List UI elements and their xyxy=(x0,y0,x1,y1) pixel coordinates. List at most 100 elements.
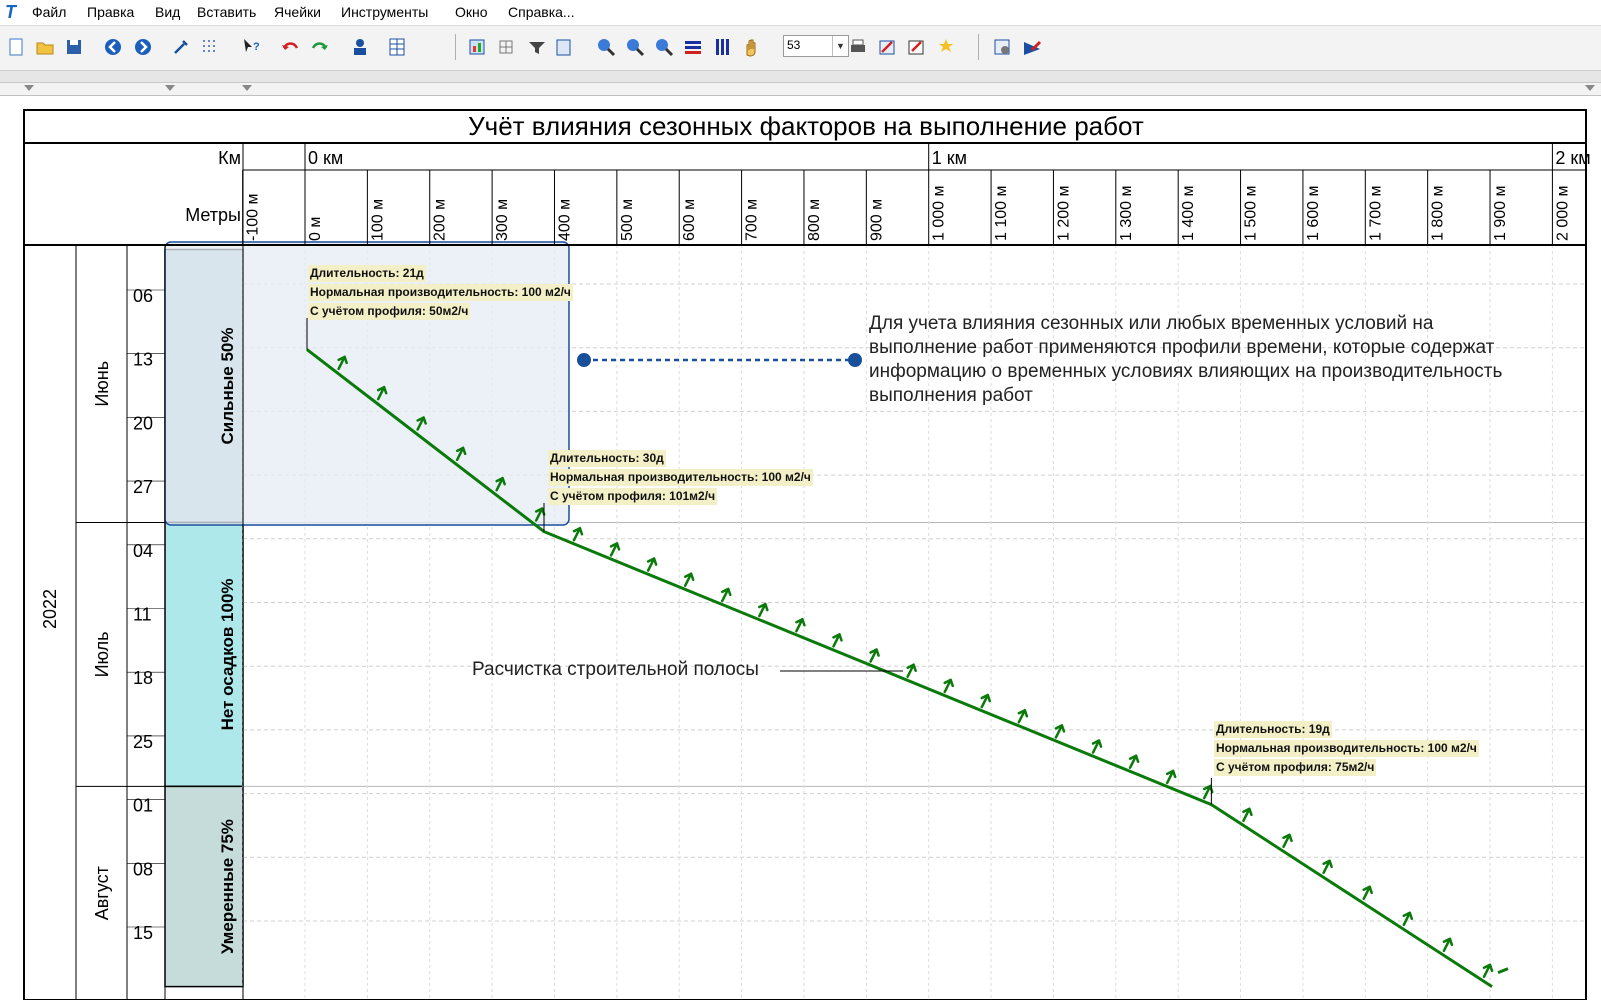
meter-tick-label: 400 м xyxy=(556,199,573,241)
zoom-fit-icon[interactable] xyxy=(653,36,675,58)
save-icon[interactable] xyxy=(63,36,85,58)
back-icon[interactable] xyxy=(102,36,124,58)
ruler-marker-icon[interactable] xyxy=(242,85,252,91)
progress-arrow-icon xyxy=(1091,739,1103,754)
page-dropdown-icon[interactable] xyxy=(554,36,576,58)
columns-icon[interactable] xyxy=(711,36,733,58)
svg-text:?: ? xyxy=(253,41,260,53)
meter-tick-label: 100 м xyxy=(369,199,386,241)
meter-tick-label: 1 700 м xyxy=(1367,186,1384,241)
zoom-in-icon[interactable] xyxy=(595,36,617,58)
meter-tick-label: 1 100 м xyxy=(993,186,1010,241)
progress-arrow-icon xyxy=(832,633,843,648)
menu-item-1[interactable]: Правка xyxy=(87,4,134,20)
profile-label: Нет осадков 100% xyxy=(218,578,237,730)
progress-arrow-icon xyxy=(1322,859,1333,875)
open-folder-icon[interactable] xyxy=(34,36,56,58)
table-icon[interactable] xyxy=(386,36,408,58)
undo-icon[interactable] xyxy=(279,36,301,58)
rows-icon[interactable] xyxy=(682,36,704,58)
toolbar-separator xyxy=(978,34,979,60)
zoom-value: 53 xyxy=(787,38,801,52)
week-label: 15 xyxy=(133,923,153,943)
km-tick-label: 2 км xyxy=(1555,148,1590,168)
meter-tick-label: 600 м xyxy=(681,199,698,241)
meter-tick-label: 1 500 м xyxy=(1243,186,1260,241)
ruler-marker-icon[interactable] xyxy=(24,85,34,91)
filter-icon[interactable] xyxy=(526,36,548,58)
zoom-select[interactable]: 53 ▼ xyxy=(783,35,849,57)
ruler-marker-icon[interactable] xyxy=(1585,85,1595,91)
km-tick-label: 0 км xyxy=(308,148,343,168)
new-file-icon[interactable] xyxy=(5,36,27,58)
toolbar-separator xyxy=(455,34,456,60)
meter-tick-label: 1 000 м xyxy=(931,186,948,241)
progress-arrow-icon xyxy=(1282,833,1293,849)
edit-red-icon[interactable] xyxy=(905,36,927,58)
app-logo-icon: T xyxy=(5,2,16,22)
route-icon[interactable] xyxy=(1021,36,1043,58)
progress-arrow-icon xyxy=(1442,937,1454,953)
km-tick-label: 1 км xyxy=(932,148,967,168)
help-pointer-icon[interactable]: ? xyxy=(240,36,262,58)
progress-arrow-icon xyxy=(721,587,732,603)
callout-line: Нормальная производительность: 100 м2/ч xyxy=(1214,740,1479,757)
callout-line: С учётом профиля: 75м2/ч xyxy=(1214,759,1377,776)
task-end-mark xyxy=(1497,967,1509,974)
meter-tick-label: 1 900 м xyxy=(1492,186,1509,241)
connector-start-dot xyxy=(577,353,591,367)
meter-tick-label: -100 м xyxy=(245,194,262,241)
meter-tick-label: 1 400 м xyxy=(1180,186,1197,241)
menu-item-5[interactable]: Инструменты xyxy=(341,4,428,20)
chart-icon[interactable] xyxy=(466,36,488,58)
menu-item-6[interactable]: Окно xyxy=(455,4,488,20)
menu-item-7[interactable]: Справка... xyxy=(508,4,575,20)
meter-tick-label: 300 м xyxy=(494,199,511,241)
callout-line: Длительность: 19д xyxy=(1214,721,1332,738)
hand-icon[interactable] xyxy=(741,36,763,58)
info-note: Для учета влияния сезонных или любых вре… xyxy=(869,313,1503,406)
chevron-down-icon[interactable]: ▼ xyxy=(832,36,848,56)
menu-bar: T Файл Правка Вид Вставить Ячейки Инструменты… xyxy=(0,0,1601,26)
menu-item-3[interactable]: Вставить xyxy=(197,4,256,20)
meter-tick-label: 1 800 м xyxy=(1430,186,1447,241)
menu-item-0[interactable]: Файл xyxy=(32,4,66,20)
meter-tick-label: 1 200 м xyxy=(1055,186,1072,241)
forward-icon[interactable] xyxy=(132,36,154,58)
week-label: 01 xyxy=(133,796,153,816)
menu-item-2[interactable]: Вид xyxy=(155,4,180,20)
month-label: Июнь xyxy=(92,361,112,407)
month-label: Июль xyxy=(92,631,112,677)
meters-axis-label: Метры xyxy=(185,205,241,225)
week-label: 13 xyxy=(133,350,153,370)
week-label: 20 xyxy=(133,413,153,433)
task-label: Расчистка строительной полосы xyxy=(472,659,759,680)
redo-icon[interactable] xyxy=(309,36,331,58)
progress-arrow-icon xyxy=(1482,963,1494,979)
progress-arrow-icon xyxy=(758,602,769,618)
callout-line: Нормальная производительность: 100 м2/ч xyxy=(308,284,573,301)
print-icon[interactable] xyxy=(847,36,869,58)
properties-icon[interactable] xyxy=(991,36,1013,58)
grid-dots-icon[interactable] xyxy=(199,36,221,58)
settings-tools-icon[interactable] xyxy=(170,36,192,58)
progress-arrow-icon xyxy=(1242,807,1253,823)
meter-tick-label: 0 м xyxy=(307,217,324,241)
star-edit-icon[interactable] xyxy=(935,36,957,58)
grid-small-icon[interactable] xyxy=(495,36,517,58)
callout-line: Длительность: 21д xyxy=(308,265,426,282)
zoom-out-icon[interactable] xyxy=(624,36,646,58)
toolbar: ? 53 ▼ xyxy=(0,26,1601,71)
menu-item-4[interactable]: Ячейки xyxy=(274,4,321,20)
progress-arrow-icon xyxy=(1017,708,1029,724)
year-label: 2022 xyxy=(40,589,60,629)
progress-arrow-icon xyxy=(683,572,695,587)
schedule-chart: Км Метры 0 км 1 км 2 км -100 м 0 м 100 м 200 м 30… xyxy=(23,109,1591,1000)
week-label: 18 xyxy=(133,668,153,688)
ruler-marker-icon[interactable] xyxy=(165,85,175,91)
user-icon[interactable] xyxy=(349,36,371,58)
edit-chart-icon[interactable] xyxy=(876,36,898,58)
progress-arrow-icon xyxy=(1128,754,1140,769)
progress-arrow-icon xyxy=(795,617,806,633)
meter-tick-label: 800 м xyxy=(806,199,823,241)
